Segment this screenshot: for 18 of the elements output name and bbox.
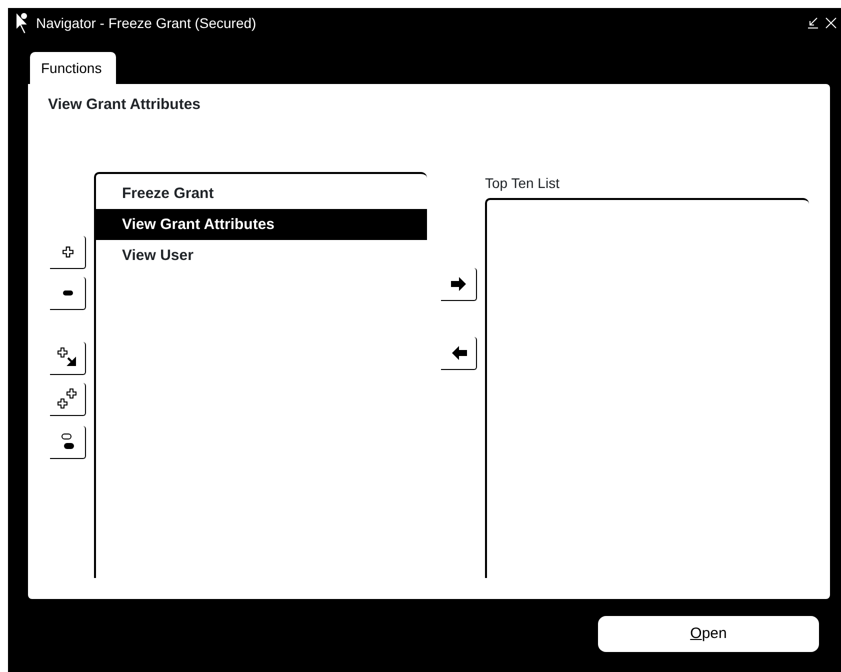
add-icon [62, 246, 74, 258]
right-arrow-icon [450, 276, 468, 292]
collapse-icon [60, 432, 74, 452]
tab[interactable]: Functions [30, 52, 116, 84]
left-arrow-icon [450, 345, 468, 361]
minimize-icon[interactable] [807, 17, 819, 29]
function-list[interactable]: Freeze Grant View Grant Attributes View User [94, 172, 427, 578]
open-button[interactable]: Open [598, 616, 819, 652]
list-item[interactable]: Freeze Grant [96, 178, 427, 209]
close-icon[interactable] [825, 17, 837, 29]
window-title: Navigator - Freeze Grant (Secured) [36, 14, 256, 33]
list-label: Top Ten List [485, 174, 560, 193]
section-heading: View Grant Attributes [48, 95, 202, 114]
list-item[interactable]: View User [96, 240, 427, 271]
list-item[interactable]: View Grant Attributes [96, 209, 427, 240]
remove-icon [62, 289, 74, 297]
add-below-icon [56, 347, 78, 369]
add-child-icon [56, 388, 78, 410]
